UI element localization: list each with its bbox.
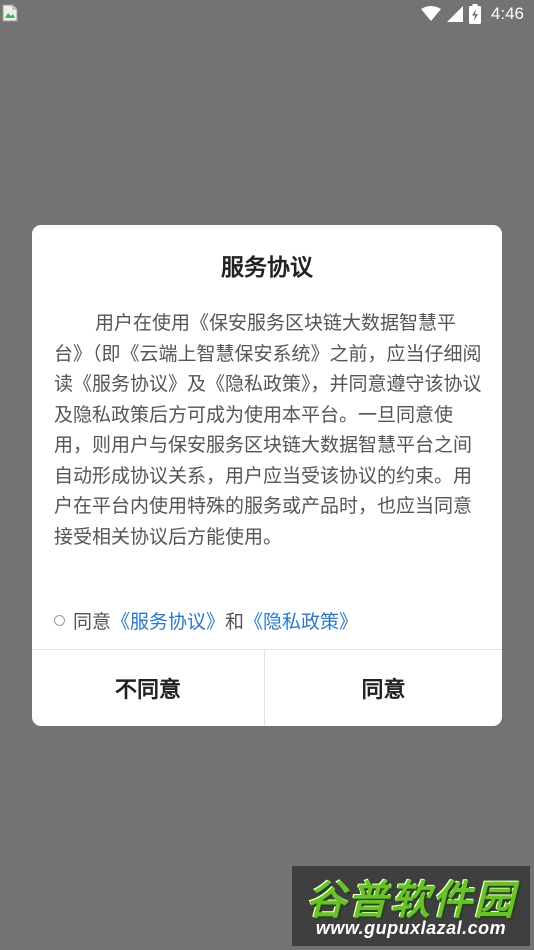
disagree-button[interactable]: 不同意 [32, 650, 264, 726]
agree-button[interactable]: 同意 [265, 650, 502, 726]
watermark-url: www.gupuxlazal.com [315, 918, 507, 938]
agree-prefix: 同意 [73, 610, 112, 633]
status-time: 4:46 [490, 4, 524, 23]
agree-radio[interactable] [54, 614, 65, 626]
agreement-dialog: 服务协议 用户在使用《保安服务区块链大数据智慧平台》（即《云端上智慧保安系统》之… [32, 225, 502, 726]
broken-image-icon [2, 4, 18, 22]
privacy-policy-link[interactable]: 《隐私政策》 [244, 607, 358, 634]
dialog-body-text: 用户在使用《保安服务区块链大数据智慧平台》（即《云端上智慧保安系统》之前，应当仔… [54, 312, 482, 548]
signal-icon [446, 6, 463, 22]
battery-charging-icon [468, 4, 481, 24]
status-bar: 4:46 [0, 0, 534, 28]
wifi-icon [420, 6, 441, 21]
status-icons: 4:46 [420, 0, 524, 28]
agree-checkbox-row[interactable]: 同意 《服务协议》 和 《隐私政策》 [54, 605, 358, 635]
agree-conjunction: 和 [225, 610, 245, 633]
service-agreement-link[interactable]: 《服务协议》 [111, 607, 225, 634]
dialog-title: 服务协议 [221, 255, 313, 281]
site-watermark: 谷普软件园 www.gupuxlazal.com [292, 866, 530, 946]
